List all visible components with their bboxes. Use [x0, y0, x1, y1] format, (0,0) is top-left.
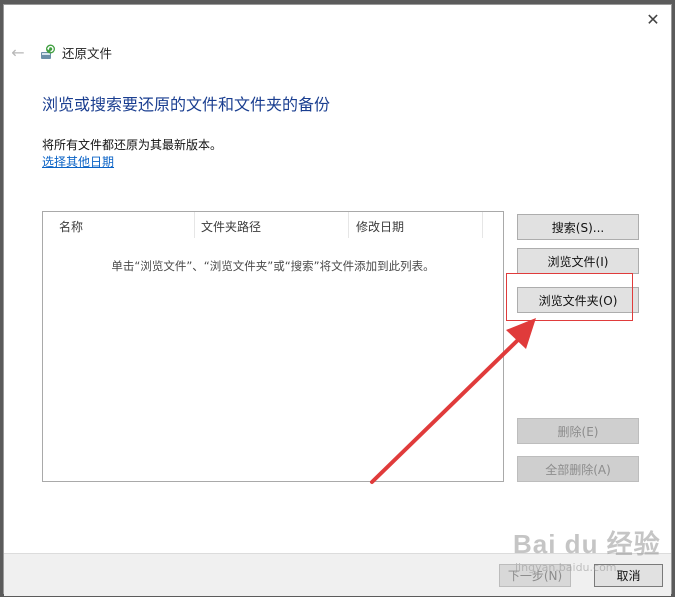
window-title: 还原文件: [62, 46, 113, 61]
file-list[interactable]: 名称 文件夹路径 修改日期 单击“浏览文件”、“浏览文件夹”或“搜索”将文件添加…: [42, 211, 504, 482]
title-bar: ← 还原文件: [4, 35, 671, 69]
search-button[interactable]: 搜索(S)...: [517, 214, 639, 240]
next-button[interactable]: 下一步(N): [499, 564, 571, 587]
delete-all-button[interactable]: 全部删除(A): [517, 456, 639, 482]
cancel-button[interactable]: 取消: [594, 564, 663, 587]
restore-description: 将所有文件都还原为其最新版本。: [42, 138, 223, 152]
close-button[interactable]: ✕: [643, 11, 663, 31]
back-button[interactable]: ←: [7, 41, 29, 63]
browse-folders-button[interactable]: 浏览文件夹(O): [517, 287, 639, 313]
empty-list-message: 单击“浏览文件”、“浏览文件夹”或“搜索”将文件添加到此列表。: [111, 259, 435, 273]
column-header-name[interactable]: 名称: [43, 212, 195, 238]
column-header-modified-date[interactable]: 修改日期: [349, 212, 483, 238]
column-header-folder-path[interactable]: 文件夹路径: [195, 212, 349, 238]
close-icon: ✕: [646, 12, 660, 29]
restore-files-window: ✕ ← 还原文件 浏览或搜索要还原的文件和文件夹的备份 将所有文件都还原为其最新…: [3, 4, 672, 596]
file-list-header: 名称 文件夹路径 修改日期: [43, 212, 503, 238]
restore-files-icon: [41, 44, 55, 59]
page-heading: 浏览或搜索要还原的文件和文件夹的备份: [42, 95, 331, 114]
browse-files-button[interactable]: 浏览文件(I): [517, 248, 639, 274]
back-arrow-icon: ←: [11, 42, 25, 62]
delete-button[interactable]: 删除(E): [517, 418, 639, 444]
column-header-filler: [483, 212, 503, 238]
choose-other-date-link[interactable]: 选择其他日期: [42, 153, 114, 170]
dialog-footer: 下一步(N) 取消: [4, 553, 671, 596]
